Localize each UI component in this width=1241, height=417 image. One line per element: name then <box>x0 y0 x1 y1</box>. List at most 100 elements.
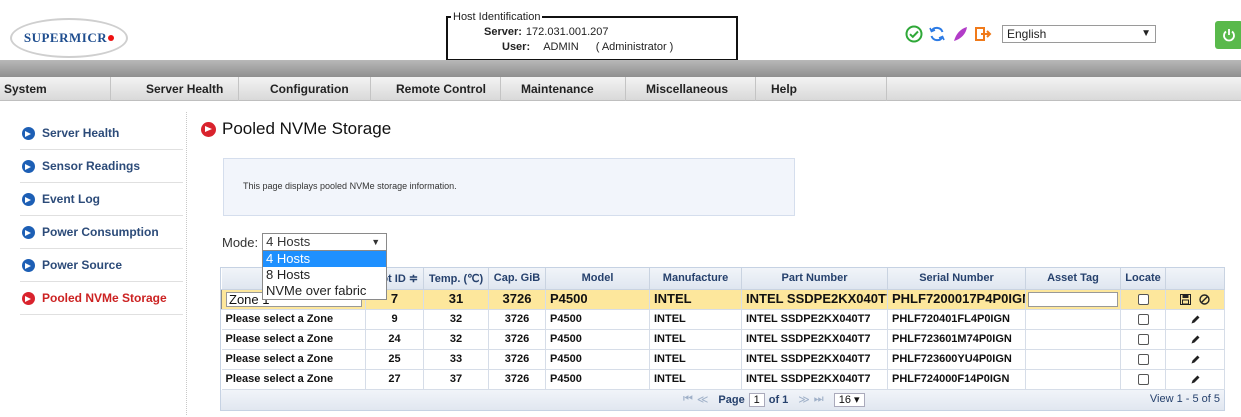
slot-cell: 24 <box>365 329 424 350</box>
top-bar <box>0 60 1241 77</box>
last-page-icon[interactable]: ⏭ <box>814 393 824 406</box>
arrow-circle-icon <box>22 291 35 305</box>
edit-pencil-icon[interactable] <box>1190 374 1201 385</box>
col-manufacture[interactable]: Manufacture <box>649 268 742 290</box>
locate-checkbox[interactable] <box>1137 313 1149 325</box>
arrow-circle-icon <box>201 121 216 137</box>
menu-remote-control[interactable]: Remote Control <box>396 82 486 96</box>
table-row[interactable]: Please select a Zone 27 37 3726 P4500 IN… <box>221 369 1225 390</box>
table-row[interactable]: Please select a Zone 9 32 3726 P4500 INT… <box>221 309 1225 330</box>
serial-number-cell: PHLF723600YU4P0IGN <box>887 349 1026 370</box>
cap-cell: 3726 <box>488 289 546 310</box>
serial-number-cell: PHLF720401FL4P0IGN <box>887 309 1026 330</box>
view-count: View 1 - 5 of 5 <box>1149 392 1220 405</box>
zone-cell: Please select a Zone <box>221 329 366 350</box>
language-value: English <box>1007 27 1047 41</box>
refresh-icon[interactable] <box>927 24 947 44</box>
sidebar-item-pooled-nvme-storage[interactable]: Pooled NVMe Storage <box>20 282 183 315</box>
rows-per-page-select[interactable]: 16 ▾ <box>833 392 865 407</box>
page-title: Pooled NVMe Storage <box>201 119 391 139</box>
edit-pencil-icon[interactable] <box>1190 354 1201 365</box>
page-input[interactable]: 1 <box>748 392 765 407</box>
menu-divider <box>625 77 626 101</box>
col-model[interactable]: Model <box>545 268 650 290</box>
temp-cell: 32 <box>423 309 489 330</box>
locate-cell <box>1120 349 1166 370</box>
language-select[interactable]: English ▼ <box>1002 25 1156 43</box>
menu-configuration[interactable]: Configuration <box>270 82 349 96</box>
host-identification: Host Identification Server: 172.031.001.2… <box>446 11 738 61</box>
menu-system[interactable]: System <box>4 82 47 96</box>
temp-cell: 32 <box>423 329 489 350</box>
manufacture-cell: INTEL <box>649 349 742 370</box>
sidebar-item-power-source[interactable]: Power Source <box>20 249 183 282</box>
col-asset-tag[interactable]: Asset Tag <box>1025 268 1121 290</box>
actions-cell <box>1165 329 1225 350</box>
prev-page-icon[interactable]: ≪ <box>697 393 709 406</box>
menu-server-health[interactable]: Server Health <box>146 82 223 96</box>
cancel-icon[interactable] <box>1199 294 1210 305</box>
sidebar: Server Health Sensor Readings Event Log … <box>20 117 183 315</box>
part-number-cell: INTEL SSDPE2KX040T7 <box>741 369 888 390</box>
feather-icon[interactable] <box>950 24 970 44</box>
sidebar-item-label: Pooled NVMe Storage <box>42 291 167 305</box>
asset-tag-input[interactable] <box>1028 291 1118 307</box>
locate-checkbox[interactable] <box>1137 333 1149 345</box>
mode-option[interactable]: NVMe over fabric <box>263 283 386 299</box>
asset-tag-cell <box>1025 329 1121 350</box>
logout-icon[interactable] <box>973 24 993 44</box>
header-icons <box>904 24 993 44</box>
locate-checkbox[interactable] <box>1137 373 1149 385</box>
menu-miscellaneous[interactable]: Miscellaneous <box>646 82 728 96</box>
col-capacity[interactable]: Cap. GiB <box>488 268 546 290</box>
user-row: User: ADMIN ( Administrator ) <box>502 41 673 53</box>
user-value: ADMIN <box>543 41 579 53</box>
locate-checkbox[interactable] <box>1137 353 1149 365</box>
sidebar-item-label: Server Health <box>42 126 120 140</box>
menu-maintenance[interactable]: Maintenance <box>521 82 594 96</box>
power-button[interactable] <box>1215 21 1241 49</box>
mode-select[interactable]: 4 Hosts ▼ <box>262 233 388 251</box>
col-temp[interactable]: Temp. (℃) <box>423 268 489 290</box>
sidebar-item-sensor-readings[interactable]: Sensor Readings <box>20 150 183 183</box>
save-icon[interactable] <box>1180 294 1192 306</box>
slot-cell: 25 <box>365 349 424 370</box>
locate-checkbox[interactable] <box>1137 294 1149 306</box>
menu-divider <box>370 77 371 101</box>
mode-option[interactable]: 8 Hosts <box>263 267 386 283</box>
edit-pencil-icon[interactable] <box>1190 314 1201 325</box>
menu-divider <box>500 77 501 101</box>
mode-option[interactable]: 4 Hosts <box>263 251 386 267</box>
part-number-cell: INTEL SSDPE2KX040T7 <box>741 289 888 310</box>
user-label: User: <box>502 41 531 53</box>
table-row[interactable]: Please select a Zone 25 33 3726 P4500 IN… <box>221 349 1225 370</box>
asset-tag-cell <box>1025 349 1121 370</box>
mode-label: Mode: <box>222 234 259 250</box>
sidebar-item-event-log[interactable]: Event Log <box>20 183 183 216</box>
menu-divider <box>886 77 887 101</box>
table-row[interactable]: Please select a Zone 24 32 3726 P4500 IN… <box>221 329 1225 350</box>
power-icon <box>1223 29 1235 42</box>
manufacture-cell: INTEL <box>649 329 742 350</box>
menu-help[interactable]: Help <box>771 82 797 96</box>
sidebar-item-server-health[interactable]: Server Health <box>20 117 183 150</box>
cap-cell: 3726 <box>488 369 546 390</box>
slot-cell: 27 <box>365 369 424 390</box>
col-serial-number[interactable]: Serial Number <box>887 268 1026 290</box>
col-part-number[interactable]: Part Number <box>741 268 888 290</box>
cap-cell: 3726 <box>488 309 546 330</box>
user-role: ( Administrator ) <box>595 41 674 53</box>
part-number-cell: INTEL SSDPE2KX040T7 <box>741 309 888 330</box>
col-locate[interactable]: Locate <box>1120 268 1166 290</box>
info-text: This page displays pooled NVMe storage i… <box>243 181 457 191</box>
edit-pencil-icon[interactable] <box>1190 334 1201 345</box>
next-page-icon[interactable]: ≫ <box>798 393 810 406</box>
part-number-cell: INTEL SSDPE2KX040T7 <box>741 349 888 370</box>
sidebar-item-power-consumption[interactable]: Power Consumption <box>20 216 183 249</box>
locate-cell <box>1120 289 1166 310</box>
manufacture-cell: INTEL <box>649 369 742 390</box>
check-circle-icon[interactable] <box>904 24 924 44</box>
actions-cell <box>1165 369 1225 390</box>
cap-cell: 3726 <box>488 329 546 350</box>
first-page-icon[interactable]: ⏮ <box>683 393 693 406</box>
